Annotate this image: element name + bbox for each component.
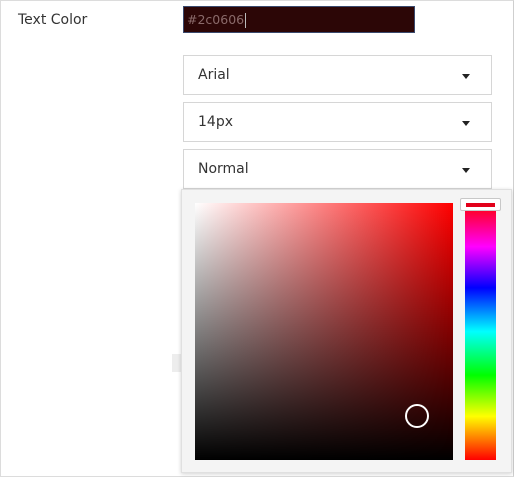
- hue-slider[interactable]: [465, 203, 496, 460]
- font-family-select[interactable]: Arial: [183, 55, 492, 95]
- font-weight-value: Normal: [198, 161, 249, 177]
- font-family-value: Arial: [198, 67, 230, 83]
- chevron-down-icon: [462, 74, 470, 79]
- hue-slider-handle[interactable]: [460, 198, 501, 211]
- color-picker-popup: [181, 189, 512, 473]
- font-weight-select[interactable]: Normal: [183, 149, 492, 189]
- font-size-value: 14px: [198, 114, 233, 130]
- text-cursor: [245, 13, 247, 28]
- saturation-value-area[interactable]: [195, 203, 453, 460]
- text-color-value: #2c0606: [187, 12, 245, 27]
- color-selector-cursor[interactable]: [405, 404, 429, 428]
- chevron-down-icon: [462, 121, 470, 126]
- chevron-down-icon: [462, 168, 470, 173]
- hue-handle-indicator: [466, 203, 495, 207]
- font-size-select[interactable]: 14px: [183, 102, 492, 142]
- text-color-input[interactable]: #2c0606: [183, 6, 415, 33]
- text-color-label: Text Color: [18, 12, 88, 28]
